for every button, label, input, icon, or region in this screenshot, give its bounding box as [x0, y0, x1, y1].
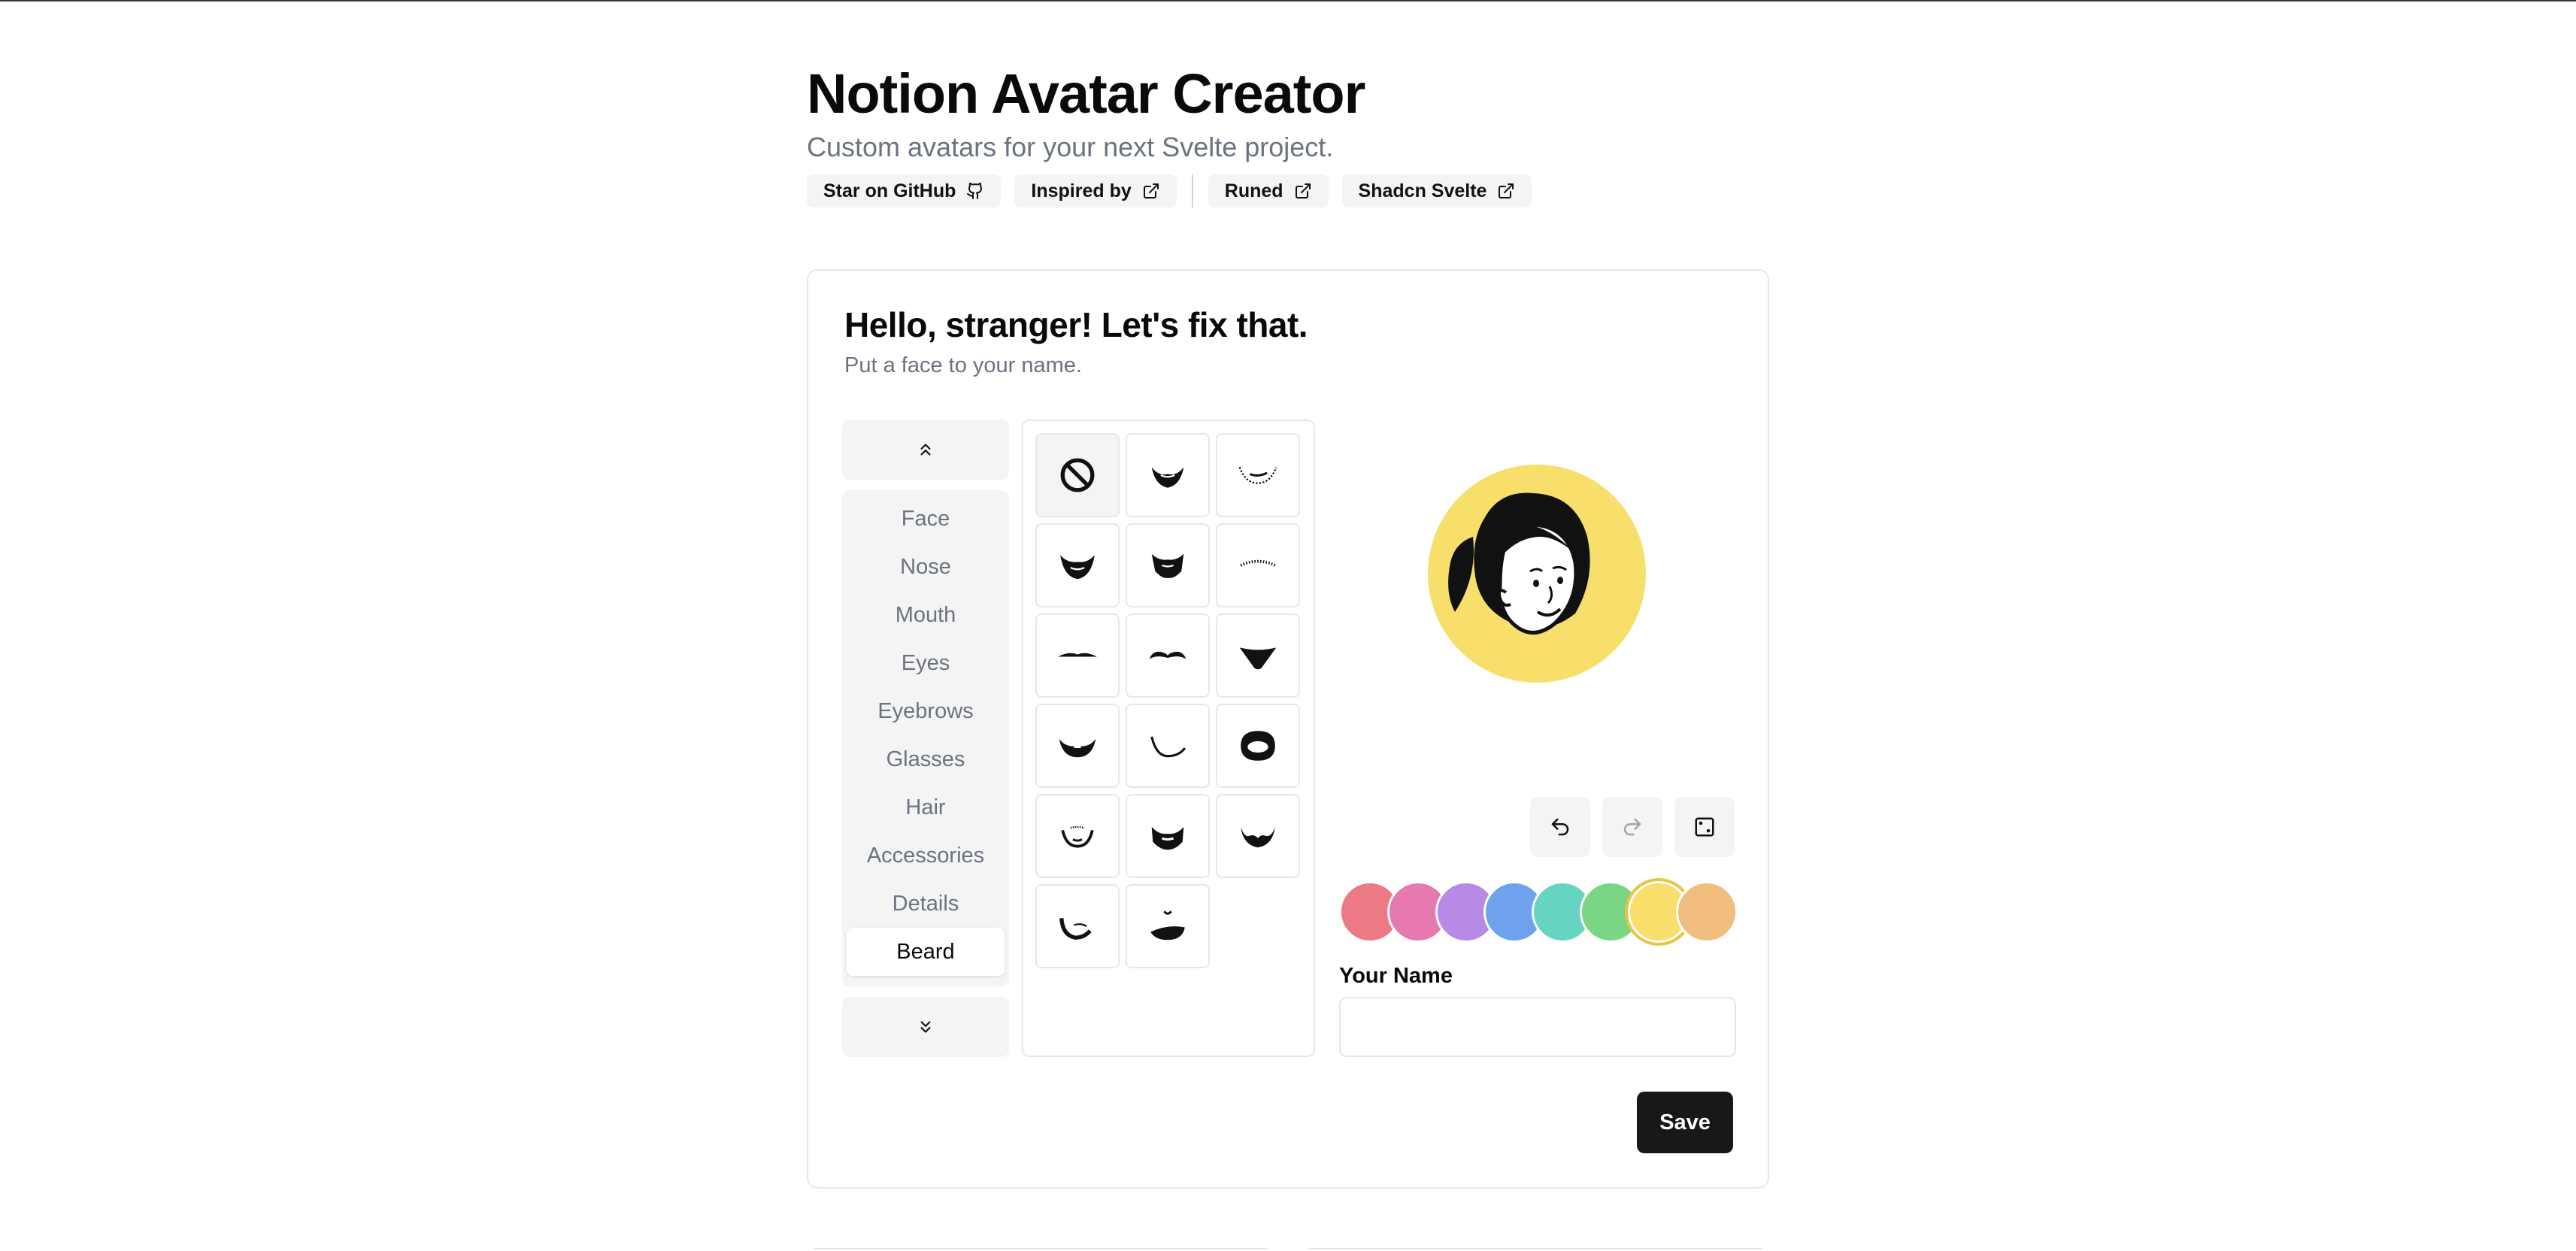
- beard-option[interactable]: [1216, 433, 1300, 517]
- redo-icon: [1623, 818, 1641, 836]
- chevrons-down-icon: [920, 1021, 931, 1033]
- inspired-by-link[interactable]: Inspired by: [1014, 174, 1177, 207]
- beard-option[interactable]: [1126, 794, 1210, 878]
- avatar-toolbar: [1530, 797, 1735, 857]
- page-subtitle: Custom avatars for your next Svelte proj…: [807, 132, 1334, 162]
- mustache-2-icon: [1149, 651, 1186, 659]
- page-title: Notion Avatar Creator: [807, 62, 1365, 125]
- page-header: Notion Avatar Creator Custom avatars for…: [807, 60, 1784, 207]
- beard-options-grid: [1035, 433, 1302, 968]
- redo-button[interactable]: [1602, 797, 1662, 857]
- category-eyes[interactable]: Eyes: [847, 639, 1005, 687]
- link-label: Runed: [1224, 180, 1283, 201]
- header-links: Star on GitHub Inspired by Runed Shadcn …: [807, 174, 1784, 207]
- color-swatch-orange[interactable]: [1676, 881, 1738, 943]
- category-scroll-down-button[interactable]: [842, 997, 1009, 1057]
- beard-4-icon: [1151, 553, 1184, 578]
- link-label: Star on GitHub: [823, 180, 956, 201]
- avatar-creator-card: Hello, stranger! Let's fix that. Put a f…: [807, 269, 1769, 1189]
- star-on-github-link[interactable]: Star on GitHub: [807, 174, 1002, 207]
- beard-5-icon: [1240, 559, 1276, 567]
- beard-option[interactable]: [1216, 794, 1300, 878]
- beard-option[interactable]: [1126, 884, 1210, 968]
- save-button[interactable]: Save: [1637, 1092, 1733, 1153]
- soul-patch-icon: [1150, 910, 1185, 941]
- beard-option[interactable]: [1126, 613, 1210, 698]
- name-label: Your Name: [1339, 964, 1453, 988]
- beard-3-icon: [1060, 555, 1095, 580]
- external-link-icon: [1499, 183, 1514, 198]
- category-beard[interactable]: Beard: [847, 928, 1005, 976]
- beard-option[interactable]: [1216, 523, 1300, 607]
- beard-option[interactable]: [1035, 794, 1120, 878]
- category-list: Face Nose Mouth Eyes Eyebrows Glasses Ha…: [842, 490, 1009, 986]
- name-input[interactable]: [1339, 997, 1736, 1057]
- card-description: Put a face to your name.: [844, 353, 1082, 377]
- link-divider: [1191, 174, 1193, 207]
- beard-9-icon: [1241, 826, 1275, 848]
- mustache-1-icon: [1058, 653, 1097, 657]
- github-icon: [967, 183, 983, 199]
- randomize-button[interactable]: [1674, 797, 1735, 857]
- beard-option[interactable]: [1126, 704, 1210, 788]
- beard-option[interactable]: [1216, 704, 1300, 788]
- beard-option[interactable]: [1126, 523, 1210, 607]
- category-scroll-up-button[interactable]: [842, 420, 1009, 480]
- runed-link[interactable]: Runed: [1208, 174, 1329, 207]
- card-title: Hello, stranger! Let's fix that.: [844, 305, 1308, 344]
- beard-option-none[interactable]: [1035, 433, 1120, 517]
- category-eyebrows[interactable]: Eyebrows: [847, 687, 1005, 735]
- beard-option[interactable]: [1035, 523, 1120, 607]
- chevrons-up-icon: [920, 444, 931, 456]
- beard-1-icon: [1151, 467, 1184, 488]
- category-face[interactable]: Face: [847, 495, 1005, 543]
- next-card-edge: [1308, 1248, 1762, 1249]
- beard-6-icon: [1059, 738, 1096, 758]
- chinstrap-icon: [1150, 736, 1186, 758]
- beard-10-icon: [1059, 918, 1092, 940]
- category-hair[interactable]: Hair: [847, 783, 1005, 831]
- category-nose[interactable]: Nose: [847, 543, 1005, 591]
- avatar-preview: [1428, 465, 1646, 683]
- category-accessories[interactable]: Accessories: [847, 831, 1005, 880]
- top-border: [0, 0, 2576, 2]
- category-glasses[interactable]: Glasses: [847, 735, 1005, 783]
- color-swatches: [1339, 881, 1745, 943]
- shadcn-svelte-link[interactable]: Shadcn Svelte: [1341, 174, 1532, 207]
- link-label: Shadcn Svelte: [1358, 180, 1487, 201]
- none-icon: [1060, 458, 1095, 492]
- beard-7-icon: [1061, 825, 1094, 848]
- beard-option[interactable]: [1126, 433, 1210, 517]
- beard-option[interactable]: [1035, 884, 1120, 968]
- external-link-icon: [1143, 183, 1159, 198]
- beard-option[interactable]: [1035, 704, 1120, 788]
- category-mouth[interactable]: Mouth: [847, 591, 1005, 639]
- category-details[interactable]: Details: [847, 880, 1005, 928]
- beard-8-icon: [1151, 826, 1184, 850]
- dice-icon: [1695, 817, 1714, 837]
- external-link-icon: [1295, 183, 1311, 198]
- beard-2-icon: [1238, 466, 1277, 484]
- beard-option[interactable]: [1216, 613, 1300, 698]
- goatee-1-icon: [1239, 647, 1277, 670]
- beard-option[interactable]: [1035, 613, 1120, 698]
- link-label: Inspired by: [1031, 180, 1132, 201]
- undo-button[interactable]: [1530, 797, 1590, 857]
- full-beard-icon: [1241, 731, 1275, 761]
- undo-icon: [1551, 818, 1569, 836]
- next-card-edge: [814, 1248, 1268, 1249]
- beard-options-panel: [1022, 420, 1315, 1057]
